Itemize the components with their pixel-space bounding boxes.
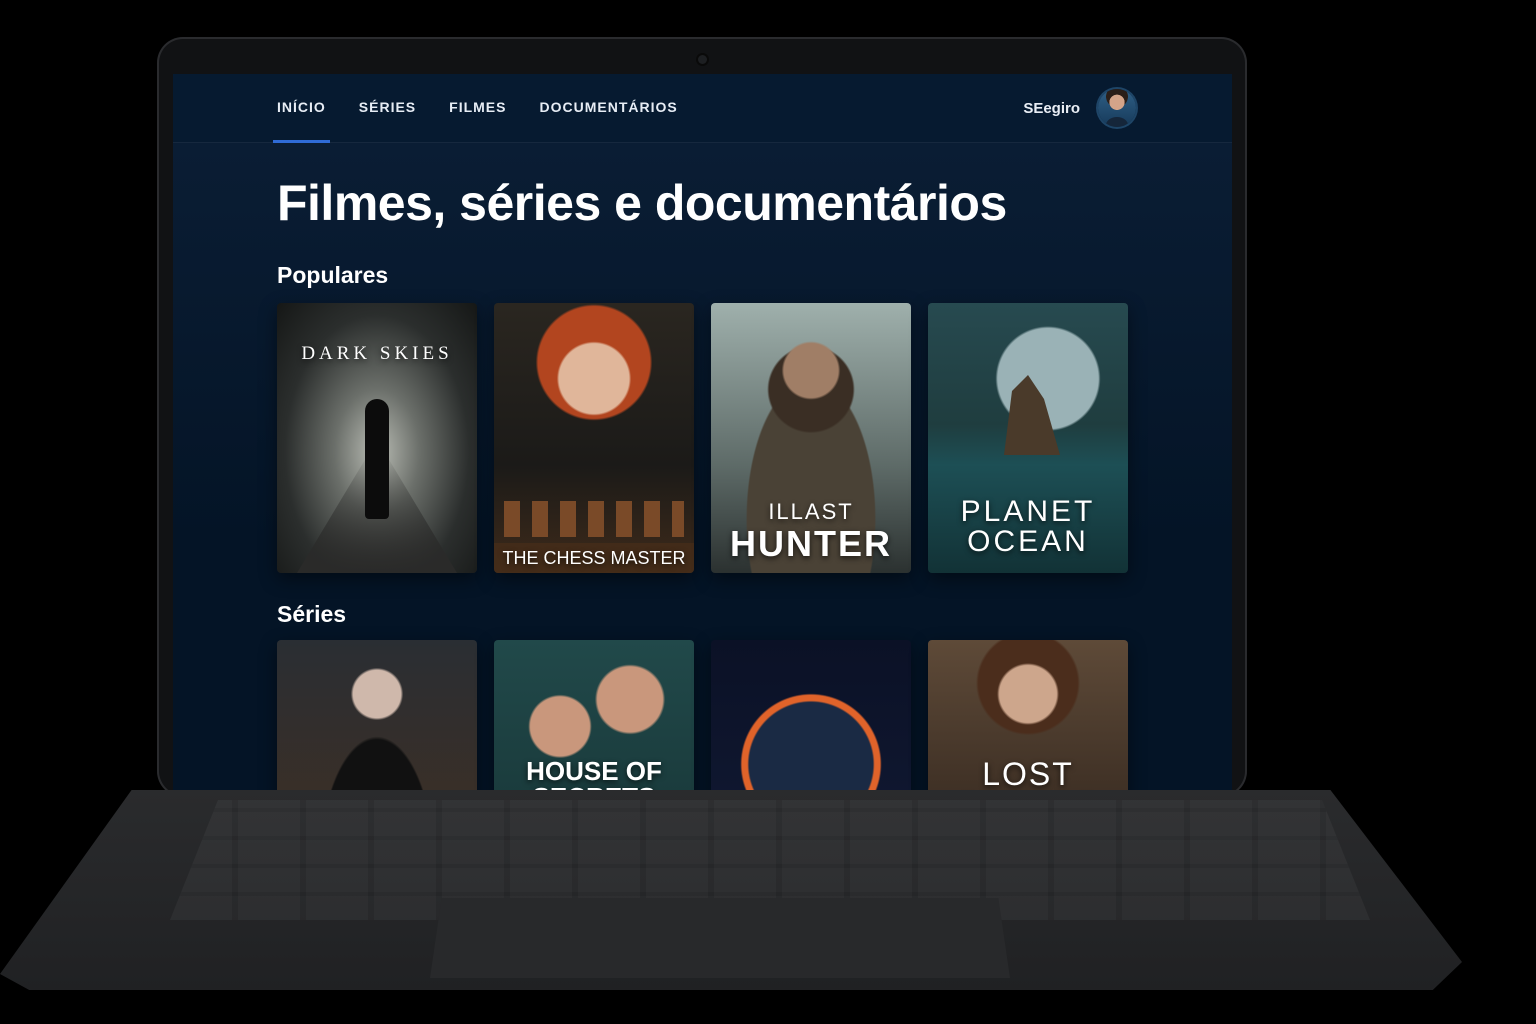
- poster-lost-future[interactable]: LOST FUTURE: [928, 640, 1128, 797]
- nav-item-series[interactable]: SÉRIES: [359, 74, 416, 142]
- poster-title: DARK SKIES: [301, 343, 453, 364]
- nav-item-inicio[interactable]: INÍCIO: [273, 74, 330, 143]
- main-nav: INÍCIO SÉRIES FILMES DOCUMENTÁRIOS: [273, 74, 711, 143]
- poster-title-line-1: PLANET: [960, 495, 1096, 528]
- avatar[interactable]: [1098, 89, 1136, 127]
- poster-title-line-2: OCEAN: [967, 525, 1089, 558]
- screen: INÍCIO SÉRIES FILMES DOCUMENTÁRIOS SEegi…: [173, 74, 1232, 797]
- page-title: Filmes, séries e documentários: [277, 175, 1007, 231]
- poster-hunter[interactable]: ILLAST HUNTER: [711, 303, 911, 573]
- section-title-series: Séries: [277, 601, 347, 627]
- webcam: [698, 55, 707, 64]
- figure-art: [365, 399, 389, 519]
- rock-art: [1004, 375, 1060, 455]
- chess-pieces-art: [504, 501, 684, 537]
- nav-item-documentarios[interactable]: DOCUMENTÁRIOS: [539, 74, 677, 142]
- poster-gothic[interactable]: [277, 640, 477, 797]
- poster-subtitle: ILLAST: [768, 499, 854, 524]
- user-name[interactable]: SEegiro: [1023, 100, 1080, 117]
- poster-title: HUNTER: [730, 523, 892, 564]
- user-menu[interactable]: SEegiro: [1023, 74, 1136, 142]
- trackpad: [430, 898, 1010, 978]
- poster-planet[interactable]: [711, 640, 911, 797]
- poster-house-of-secrets[interactable]: HOUSE OF SECRETS: [494, 640, 694, 797]
- nav-item-filmes[interactable]: FILMES: [449, 74, 506, 142]
- series-row: HOUSE OF SECRETS LOST FUTURE: [277, 640, 1145, 797]
- top-navigation-bar: INÍCIO SÉRIES FILMES DOCUMENTÁRIOS SEegi…: [173, 74, 1232, 143]
- poster-planet-ocean[interactable]: PLANET OCEAN: [928, 303, 1128, 573]
- poster-chess-master[interactable]: THE CHESS MASTER: [494, 303, 694, 573]
- section-title-popular: Populares: [277, 262, 389, 288]
- popular-row: DARK SKIES THE CHESS MASTER ILLAST HUNTE…: [277, 303, 1145, 573]
- poster-title: THE CHESS MASTER: [494, 543, 694, 573]
- poster-dark-skies[interactable]: DARK SKIES: [277, 303, 477, 573]
